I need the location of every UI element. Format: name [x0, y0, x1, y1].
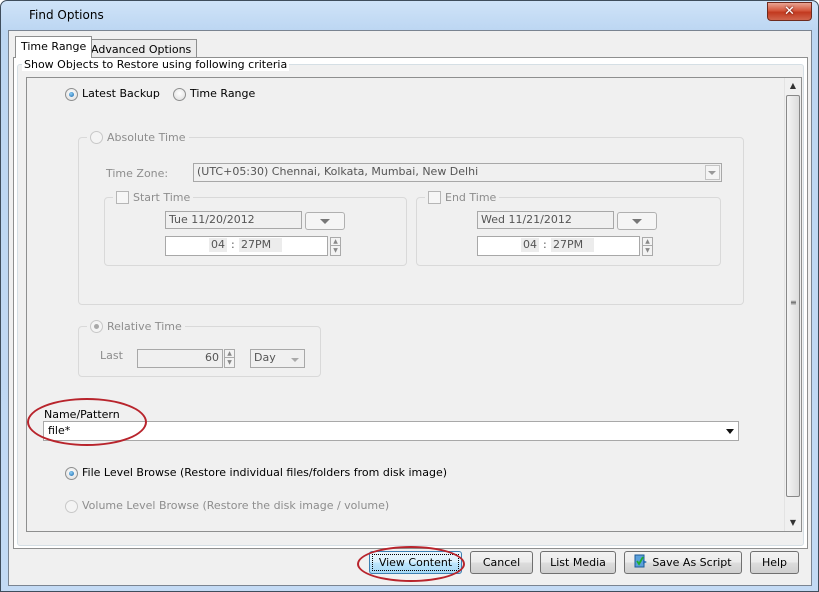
last-value-field[interactable]: 60: [137, 349, 223, 368]
absolute-time-label: Absolute Time: [107, 130, 186, 144]
focus-ring: [372, 554, 459, 571]
start-time-legend: Start Time: [113, 190, 194, 204]
start-time-label: Start Time: [133, 190, 191, 204]
vertical-scrollbar[interactable]: ▲ ≡ ▼: [784, 78, 801, 531]
relative-time-radio[interactable]: [90, 319, 103, 333]
start-date-picker-button[interactable]: [305, 212, 345, 230]
time-zone-label: Time Zone:: [106, 167, 169, 180]
view-content-button[interactable]: View Content: [369, 551, 462, 574]
grip-icon: ≡: [790, 298, 797, 307]
close-icon: ✕: [784, 4, 795, 19]
name-pattern-value: file*: [48, 424, 71, 437]
last-label: Last: [100, 349, 123, 362]
end-time-legend: End Time: [425, 190, 500, 204]
scroll-thumb[interactable]: ≡: [786, 95, 800, 497]
time-range-panel: Show Objects to Restore using following …: [13, 57, 808, 549]
dialog-body: Time Range Advanced Options Show Objects…: [8, 30, 812, 586]
tab-time-range[interactable]: Time Range: [15, 36, 93, 58]
end-time-label: End Time: [445, 190, 497, 204]
start-time-spinner[interactable]: ▲ ▼: [330, 237, 341, 256]
chevron-down-icon: [320, 219, 330, 224]
start-time-checkbox[interactable]: [116, 190, 129, 204]
tab-advanced-options[interactable]: Advanced Options: [85, 39, 198, 59]
end-date-picker-button[interactable]: [617, 212, 657, 230]
latest-backup-radio[interactable]: [65, 88, 78, 101]
chevron-down-icon: [708, 171, 716, 175]
save-as-script-label: Save As Script: [652, 556, 732, 569]
criteria-scroll-pane: Latest Backup Time Range Absolute Time T…: [26, 77, 802, 532]
time-range-label[interactable]: Time Range: [190, 87, 255, 100]
start-time-group: Start Time Tue 11/20/2012 04 : 27PM ▲ ▼: [104, 190, 407, 266]
start-time-separator: :: [231, 238, 235, 251]
title-bar[interactable]: Find Options ✕: [1, 1, 818, 31]
spin-down-icon[interactable]: ▼: [331, 247, 340, 255]
criteria-group: Show Objects to Restore using following …: [17, 58, 804, 546]
end-time-field[interactable]: 04 : 27PM: [477, 236, 640, 256]
chevron-down-icon[interactable]: [726, 429, 734, 434]
start-minute-ampm[interactable]: 27PM: [239, 238, 282, 252]
file-level-browse-radio[interactable]: [65, 467, 78, 480]
relative-unit-value: Day: [254, 351, 276, 364]
relative-time-label: Relative Time: [107, 319, 182, 333]
absolute-time-legend: Absolute Time: [87, 130, 189, 144]
name-pattern-combobox[interactable]: file*: [43, 421, 739, 441]
latest-backup-label[interactable]: Latest Backup: [82, 87, 160, 100]
volume-level-browse-label: Volume Level Browse (Restore the disk im…: [82, 499, 390, 512]
absolute-time-group: Absolute Time Time Zone: (UTC+05:30) Che…: [78, 130, 744, 305]
scroll-down-icon[interactable]: ▼: [785, 515, 801, 531]
start-date-field[interactable]: Tue 11/20/2012: [165, 211, 302, 229]
relative-time-group: Relative Time Last 60 ▲ ▼ Day: [78, 319, 321, 377]
window-title: Find Options: [29, 8, 104, 22]
end-time-group: End Time Wed 11/21/2012 04 : 27PM ▲ ▼: [416, 190, 721, 266]
list-media-button[interactable]: List Media: [540, 551, 616, 574]
end-hour[interactable]: 04: [521, 238, 539, 252]
cancel-button[interactable]: Cancel: [470, 551, 533, 574]
start-hour[interactable]: 04: [209, 238, 227, 252]
last-value-spinner[interactable]: ▲ ▼: [224, 349, 235, 368]
help-button[interactable]: Help: [750, 551, 799, 574]
time-zone-select[interactable]: (UTC+05:30) Chennai, Kolkata, Mumbai, Ne…: [193, 163, 722, 182]
relative-unit-select[interactable]: Day: [250, 349, 305, 368]
absolute-time-radio[interactable]: [90, 130, 103, 144]
spin-down-icon[interactable]: ▼: [643, 247, 652, 255]
script-icon: [634, 554, 648, 569]
end-time-checkbox[interactable]: [428, 190, 441, 204]
relative-time-legend: Relative Time: [87, 319, 185, 333]
spin-up-icon[interactable]: ▲: [643, 238, 652, 246]
criteria-legend: Show Objects to Restore using following …: [22, 58, 290, 71]
chevron-down-icon: [632, 219, 642, 224]
start-time-field[interactable]: 04 : 27PM: [165, 236, 328, 256]
time-range-radio[interactable]: [173, 88, 186, 101]
save-as-script-button[interactable]: Save As Script: [624, 551, 742, 574]
spin-down-icon[interactable]: ▼: [225, 359, 234, 367]
volume-level-browse-radio[interactable]: [65, 500, 78, 513]
name-pattern-label: Name/Pattern: [44, 408, 120, 421]
time-zone-value: (UTC+05:30) Chennai, Kolkata, Mumbai, Ne…: [197, 165, 479, 178]
time-zone-dropdown-button[interactable]: [705, 165, 720, 180]
spin-up-icon[interactable]: ▲: [331, 238, 340, 246]
chevron-down-icon: [291, 358, 299, 362]
end-date-field[interactable]: Wed 11/21/2012: [477, 211, 614, 229]
end-time-spinner[interactable]: ▲ ▼: [642, 237, 653, 256]
close-button[interactable]: ✕: [767, 2, 812, 21]
end-minute-ampm[interactable]: 27PM: [551, 238, 594, 252]
end-time-separator: :: [543, 238, 547, 251]
spin-up-icon[interactable]: ▲: [225, 350, 234, 358]
scroll-up-icon[interactable]: ▲: [785, 78, 801, 94]
file-level-browse-label[interactable]: File Level Browse (Restore individual fi…: [82, 466, 447, 479]
find-options-dialog: Find Options ✕ Time Range Advanced Optio…: [0, 0, 819, 592]
